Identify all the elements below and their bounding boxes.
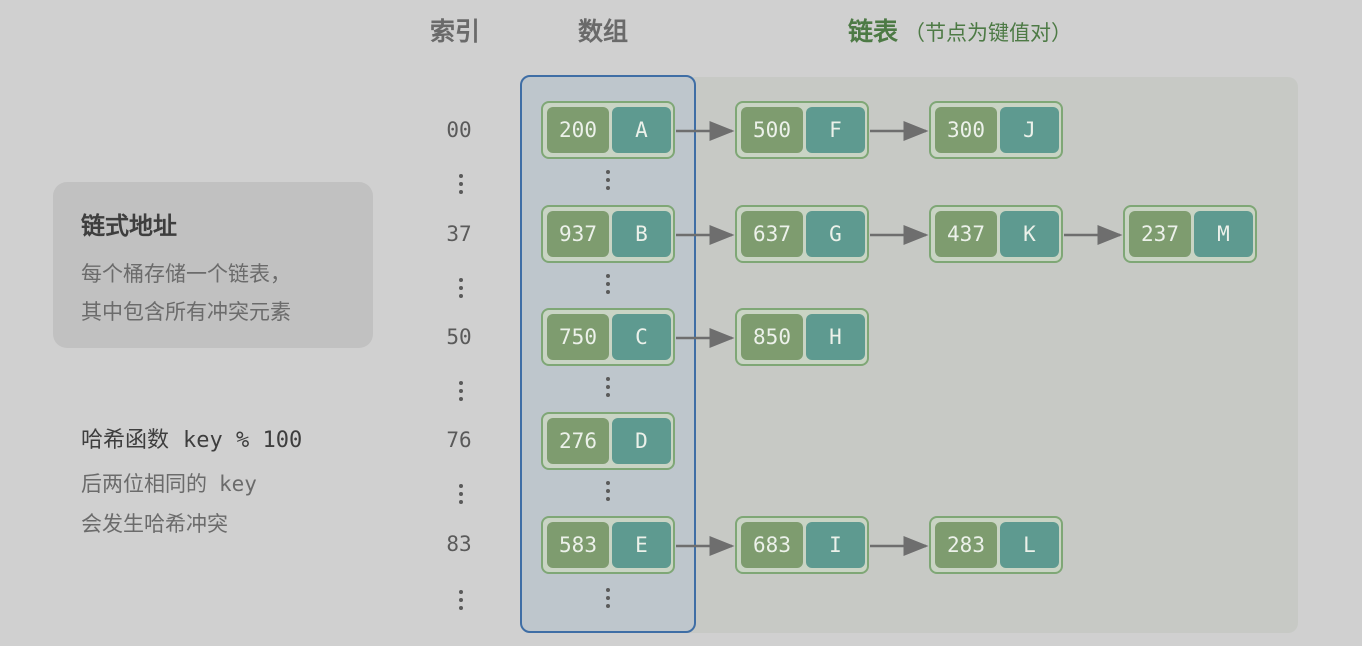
node-key: 237 — [1129, 211, 1191, 257]
node-value: K — [1000, 211, 1059, 257]
node-key: 937 — [547, 211, 609, 257]
chaining-desc-line1: 每个桶存储一个链表， — [81, 262, 291, 286]
bucket-node: 583 E — [541, 516, 675, 574]
ellipsis-icon — [605, 588, 611, 612]
list-node: 683 I — [735, 516, 869, 574]
list-node: 437 K — [929, 205, 1063, 263]
linked-list-header: 链表 （节点为键值对） — [848, 12, 1072, 48]
index-label: 37 — [446, 222, 472, 246]
hash-desc-line1: 后两位相同的 key — [81, 468, 257, 498]
hash-function-label: 哈希函数 key % 100 — [81, 422, 302, 454]
ellipsis-icon — [605, 170, 611, 194]
ellipsis-icon — [605, 274, 611, 298]
bucket-node: 937 B — [541, 205, 675, 263]
index-label: 83 — [446, 532, 472, 556]
index-label: 00 — [446, 118, 472, 142]
hash-formula: key % 100 — [183, 428, 303, 453]
index-label: 76 — [446, 428, 472, 452]
node-key: 750 — [547, 314, 609, 360]
ellipsis-icon — [458, 174, 464, 198]
list-node: 850 H — [735, 308, 869, 366]
node-key: 637 — [741, 211, 803, 257]
node-value: L — [1000, 522, 1059, 568]
node-key: 850 — [741, 314, 803, 360]
chaining-desc-line2: 其中包含所有冲突元素 — [81, 300, 291, 324]
list-node: 283 L — [929, 516, 1063, 574]
hash-function-title: 哈希函数 — [81, 428, 170, 453]
node-value: H — [806, 314, 865, 360]
hash-desc-line2: 会发生哈希冲突 — [81, 512, 228, 536]
node-key: 276 — [547, 418, 609, 464]
node-key: 300 — [935, 107, 997, 153]
ellipsis-icon — [458, 278, 464, 302]
node-value: E — [612, 522, 671, 568]
linked-list-title: 链表 — [848, 17, 899, 46]
node-key: 583 — [547, 522, 609, 568]
node-key: 500 — [741, 107, 803, 153]
node-value: A — [612, 107, 671, 153]
ellipsis-icon — [458, 590, 464, 614]
list-node: 500 F — [735, 101, 869, 159]
array-header: 数组 — [578, 17, 629, 46]
node-key: 437 — [935, 211, 997, 257]
ellipsis-icon — [458, 484, 464, 508]
index-label: 50 — [446, 325, 472, 349]
node-value: F — [806, 107, 865, 153]
node-value: I — [806, 522, 865, 568]
chaining-title: 链式地址 — [81, 212, 177, 240]
bucket-node: 200 A — [541, 101, 675, 159]
ellipsis-icon — [458, 381, 464, 405]
node-value: J — [1000, 107, 1059, 153]
node-key: 283 — [935, 522, 997, 568]
list-node: 237 M — [1123, 205, 1257, 263]
ellipsis-icon — [605, 481, 611, 505]
node-value: G — [806, 211, 865, 257]
index-header: 索引 — [430, 17, 481, 46]
list-node: 300 J — [929, 101, 1063, 159]
node-key: 200 — [547, 107, 609, 153]
bucket-node: 276 D — [541, 412, 675, 470]
ellipsis-icon — [605, 377, 611, 401]
linked-list-subtitle: （节点为键值对） — [904, 21, 1073, 45]
chaining-card: 链式地址 每个桶存储一个链表， 其中包含所有冲突元素 — [53, 182, 373, 348]
node-value: M — [1194, 211, 1253, 257]
node-value: D — [612, 418, 671, 464]
hash-desc-key: key — [219, 472, 257, 496]
node-value: B — [612, 211, 671, 257]
hash-desc-prefix: 后两位相同的 — [81, 472, 207, 496]
list-node: 637 G — [735, 205, 869, 263]
bucket-node: 750 C — [541, 308, 675, 366]
node-key: 683 — [741, 522, 803, 568]
node-value: C — [612, 314, 671, 360]
